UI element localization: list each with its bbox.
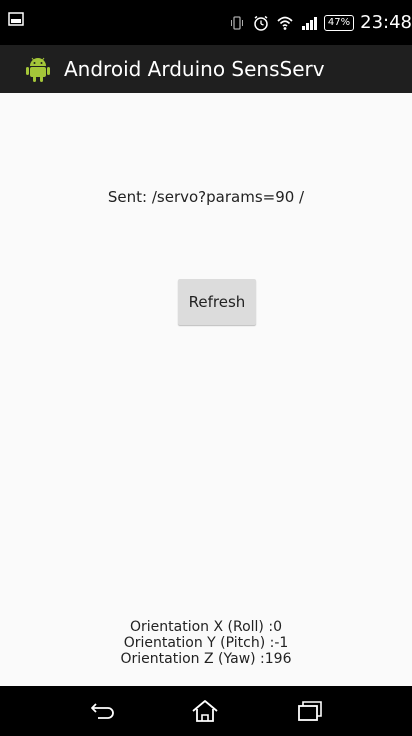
- status-time: 23:48: [360, 12, 412, 33]
- screenshot-icon: [8, 12, 24, 26]
- status-bar: 47% 23:48: [0, 0, 412, 45]
- app-title: Android Arduino SensServ: [64, 57, 325, 81]
- vibrate-icon: [230, 15, 243, 30]
- refresh-button[interactable]: Refresh: [178, 279, 256, 325]
- status-icons: 47% 23:48: [228, 0, 412, 45]
- orientation-x-text: Orientation X (Roll) :0: [130, 619, 282, 635]
- navigation-bar: [0, 686, 412, 736]
- orientation-readout: Orientation X (Roll) :0 Orientation Y (P…: [0, 619, 412, 667]
- sent-status-text: Sent: /servo?params=90 /: [107, 188, 305, 206]
- signal-icon: [301, 16, 317, 30]
- orientation-y-text: Orientation Y (Pitch) :-1: [123, 635, 289, 651]
- device-screen: 47% 23:48 Android Arduino SensServ Sent:…: [0, 0, 412, 736]
- recents-icon[interactable]: [294, 698, 324, 724]
- android-robot-icon: [26, 57, 50, 82]
- alarm-icon: [254, 15, 268, 31]
- orientation-z-text: Orientation Z (Yaw) :196: [120, 651, 292, 667]
- wifi-icon: [277, 16, 293, 30]
- battery-icon: 47%: [323, 14, 355, 31]
- back-icon[interactable]: [88, 698, 118, 724]
- home-icon[interactable]: [190, 698, 220, 724]
- action-bar: Android Arduino SensServ: [0, 45, 412, 93]
- main-content: Sent: /servo?params=90 / Refresh Orienta…: [0, 93, 412, 686]
